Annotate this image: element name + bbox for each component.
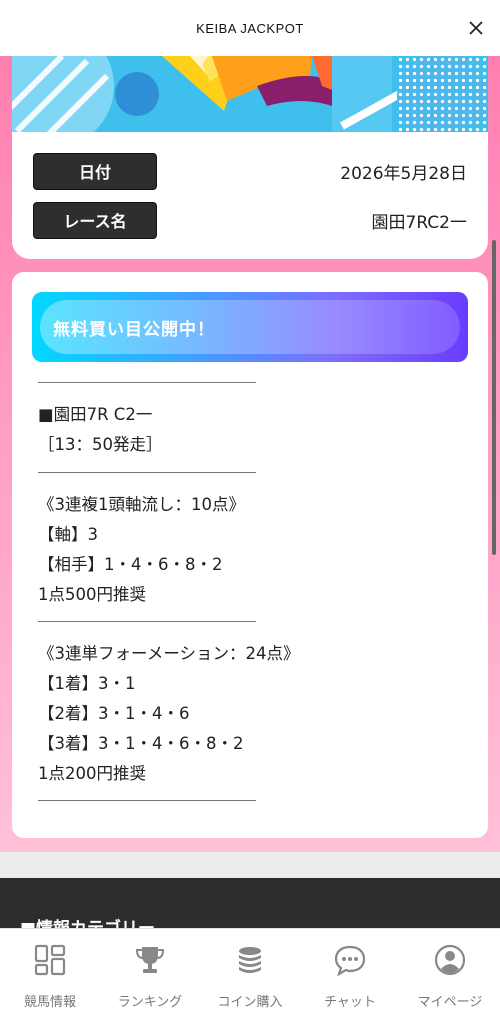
divider bbox=[38, 621, 256, 622]
coins-icon bbox=[239, 947, 261, 973]
grid-icon bbox=[34, 944, 66, 976]
app-title: KEIBA JACKPOT bbox=[196, 20, 304, 36]
app-header: KEIBA JACKPOT bbox=[0, 0, 500, 56]
tips-card: 無料買い目公開中！ ■園田7R C2一 ［13：50発走］ 《3連複1頭軸流し：… bbox=[12, 272, 488, 838]
race-info-card: 日付 2026年5月28日 レース名 園田7RC2一 bbox=[12, 56, 488, 259]
divider bbox=[38, 800, 256, 801]
bet1-stake: 1点500円推奨 bbox=[38, 585, 146, 604]
bottom-nav: 競馬情報 ランキング コイン購入 チャット マイページ bbox=[0, 928, 500, 1021]
bet1-axis: 【軸】3 bbox=[38, 525, 98, 544]
divider bbox=[38, 382, 256, 383]
trophy-icon bbox=[135, 947, 165, 973]
race-name-label: レース名 bbox=[33, 201, 157, 239]
scrollbar[interactable] bbox=[492, 240, 496, 555]
bet2-second: 【2着】3・1・4・6 bbox=[38, 704, 190, 723]
nav-label: チャット bbox=[324, 995, 376, 1010]
free-tips-banner-text: 無料買い目公開中！ bbox=[53, 319, 215, 340]
divider bbox=[38, 472, 256, 473]
nav-race-info[interactable]: 競馬情報 bbox=[0, 929, 100, 1021]
nav-my-page[interactable]: マイページ bbox=[400, 929, 500, 1021]
bet2-title: 《3連単フォーメーション：24点》 bbox=[38, 644, 300, 663]
race-line: ■園田7R C2一 bbox=[38, 405, 153, 424]
date-label: 日付 bbox=[33, 152, 157, 190]
user-icon bbox=[434, 944, 466, 976]
date-row: 日付 2026年5月28日 bbox=[33, 152, 467, 190]
start-time-line: ［13：50発走］ bbox=[38, 435, 163, 454]
bet2-first: 【1着】3・1 bbox=[38, 674, 136, 693]
section-spacer bbox=[0, 852, 500, 878]
bet1-partners: 【相手】1・4・6・8・2 bbox=[38, 555, 223, 574]
bet2-third: 【3着】3・1・4・6・8・2 bbox=[38, 734, 244, 753]
header-banner-illustration bbox=[12, 56, 488, 132]
nav-label: コイン購入 bbox=[217, 995, 283, 1010]
free-tips-banner: 無料買い目公開中！ bbox=[32, 292, 468, 362]
race-name-row: レース名 園田7RC2一 bbox=[33, 201, 467, 239]
bet1-title: 《3連複1頭軸流し：10点》 bbox=[38, 495, 245, 514]
nav-ranking[interactable]: ランキング bbox=[100, 929, 200, 1021]
nav-buy-coins[interactable]: コイン購入 bbox=[200, 929, 300, 1021]
bet2-stake: 1点200円推奨 bbox=[38, 764, 146, 783]
chat-bubble-icon bbox=[334, 945, 366, 977]
nav-label: 競馬情報 bbox=[23, 995, 76, 1010]
race-name-value: 園田7RC2一 bbox=[371, 212, 467, 233]
nav-chat[interactable]: チャット bbox=[300, 929, 400, 1021]
date-value: 2026年5月28日 bbox=[340, 163, 467, 184]
close-icon[interactable] bbox=[466, 18, 486, 38]
nav-label: マイページ bbox=[417, 995, 483, 1010]
nav-label: ランキング bbox=[117, 995, 183, 1010]
